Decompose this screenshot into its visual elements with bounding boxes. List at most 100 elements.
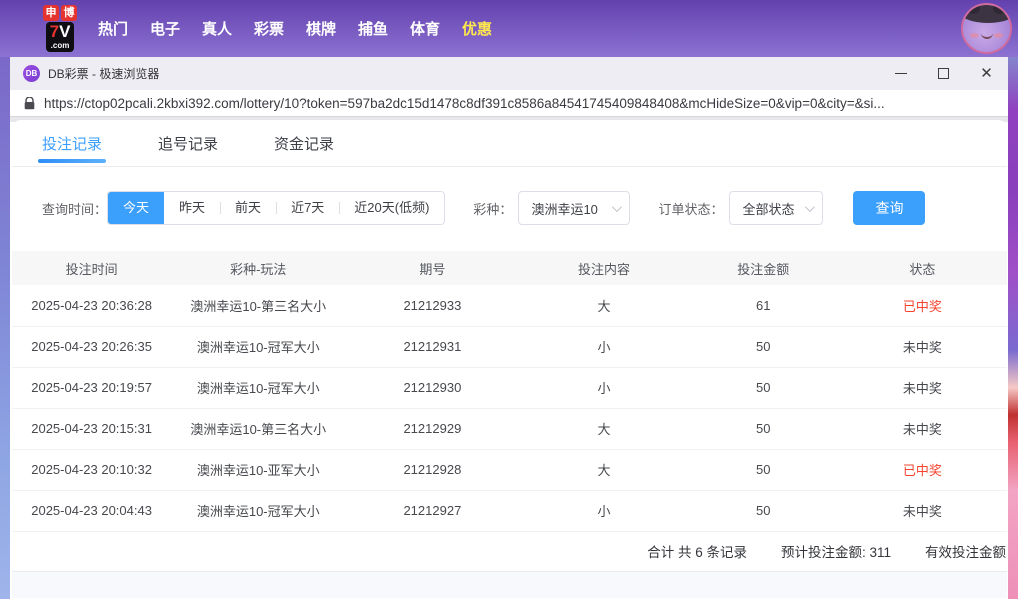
cell-bet-content: 小 (519, 490, 689, 532)
cell-issue-number: 21212931 (345, 326, 520, 368)
cell-status: 未中奖 (837, 408, 1007, 450)
lottery-select-value: 澳洲幸运10 (531, 201, 598, 217)
nav-item[interactable]: 真人 (191, 18, 243, 39)
cell-bet-amount: 50 (688, 490, 838, 532)
screen: 申 博 7V .com 热门 电子 真人 彩票 棋牌 捕鱼 体育 优惠 DB D… (0, 0, 1018, 599)
record-tab[interactable]: 资金记录 (274, 133, 334, 166)
cell-bet-time: 2025-04-23 20:26:35 (12, 326, 172, 368)
chevron-down-icon (612, 201, 623, 212)
table-header-row: 投注时间 彩种-玩法 期号 投注内容 投注金额 状态 (12, 251, 1007, 285)
nav-item[interactable]: 彩票 (243, 18, 295, 39)
cell-lottery-play: 澳洲幸运10-冠军大小 (171, 367, 346, 409)
avatar-smile (980, 32, 993, 39)
site-nav: 申 博 7V .com 热门 电子 真人 彩票 棋牌 捕鱼 体育 优惠 (0, 0, 1018, 57)
cell-bet-amount: 50 (688, 326, 838, 368)
table-body: 2025-04-23 20:36:28 澳洲幸运10-第三名大小 2121293… (12, 285, 1007, 532)
bet-records-table: 投注时间 彩种-玩法 期号 投注内容 投注金额 状态 2025-04-23 20… (12, 251, 1007, 532)
cell-status: 未中奖 (837, 490, 1007, 532)
bottom-space (12, 571, 1007, 598)
time-filter-group: 今天 昨天 前天 近7天 近20天(低频) (107, 191, 446, 225)
avatar-bun-left (967, 5, 980, 14)
cell-status: 未中奖 (837, 326, 1007, 368)
cell-issue-number: 21212930 (345, 367, 520, 409)
table-header-cell: 期号 (345, 251, 520, 285)
cell-bet-amount: 50 (688, 408, 838, 450)
query-button[interactable]: 查询 (853, 191, 926, 225)
close-button[interactable]: ✕ (965, 57, 1008, 90)
nav-item[interactable]: 优惠 (451, 18, 503, 39)
time-filter-option[interactable]: 今天 (108, 192, 165, 224)
close-icon: ✕ (980, 65, 993, 82)
filter-row: 查询时间： 今天 昨天 前天 近7天 近20天(低频) 彩种： 澳洲幸运10 订… (42, 191, 1007, 225)
cell-status: 未中奖 (837, 367, 1007, 409)
nav-item[interactable]: 热门 (87, 18, 139, 39)
table-row: 2025-04-23 20:15:31 澳洲幸运10-第三名大小 2121292… (12, 408, 1007, 450)
site-logo[interactable]: 申 博 7V .com (43, 5, 77, 52)
cell-bet-time: 2025-04-23 20:36:28 (12, 285, 172, 327)
browser-window: DB DB彩票 - 极速浏览器 ✕ https://ctop02pcali.2k… (10, 57, 1008, 599)
cell-bet-content: 大 (519, 408, 689, 450)
cell-lottery-play: 澳洲幸运10-冠军大小 (171, 326, 346, 368)
site-logo-cn: 申 博 (43, 5, 77, 21)
cell-bet-time: 2025-04-23 20:04:43 (12, 490, 172, 532)
table-header-cell: 投注金额 (688, 251, 838, 285)
cell-bet-amount: 50 (688, 449, 838, 491)
table-header-cell: 彩种-玩法 (171, 251, 346, 285)
user-avatar[interactable] (961, 3, 1012, 54)
minimize-icon (894, 73, 907, 74)
cell-bet-content: 大 (519, 449, 689, 491)
cell-issue-number: 21212927 (345, 490, 520, 532)
minimize-button[interactable] (879, 57, 922, 90)
cell-bet-time: 2025-04-23 20:15:31 (12, 408, 172, 450)
maximize-icon (938, 68, 949, 79)
records-card: 投注记录 追号记录 资金记录 查询时间： 今天 昨天 前天 近7天 近20天(低… (12, 120, 1007, 599)
site-logo-com: .com (50, 41, 70, 50)
browser-titlebar: DB DB彩票 - 极速浏览器 ✕ (10, 57, 1008, 90)
cell-bet-time: 2025-04-23 20:19:57 (12, 367, 172, 409)
summary-expected-amount: 预计投注金额: 311 (780, 545, 891, 560)
status-filter-label: 订单状态： (658, 201, 724, 217)
record-tabs: 投注记录 追号记录 资金记录 (12, 120, 1007, 167)
summary-valid-amount: 有效投注金额 (925, 545, 1006, 560)
table-row: 2025-04-23 20:04:43 澳洲幸运10-冠军大小 21212927… (12, 490, 1007, 532)
nav-item[interactable]: 捕鱼 (347, 18, 399, 39)
avatar-blush-left (970, 33, 979, 38)
table-row: 2025-04-23 20:10:32 澳洲幸运10-亚军大小 21212928… (12, 449, 1007, 491)
site-logo-7v: 7V (49, 22, 71, 41)
record-tab[interactable]: 投注记录 (37, 133, 107, 166)
cell-issue-number: 21212928 (345, 449, 520, 491)
background-page-left-edge (0, 57, 10, 599)
nav-item[interactable]: 棋牌 (295, 18, 347, 39)
page-content: 投注记录 追号记录 资金记录 查询时间： 今天 昨天 前天 近7天 近20天(低… (10, 117, 1008, 599)
cell-bet-amount: 61 (688, 285, 838, 327)
cell-issue-number: 21212929 (345, 408, 520, 450)
table-row: 2025-04-23 20:19:57 澳洲幸运10-冠军大小 21212930… (12, 367, 1007, 409)
site-logo-cn2: 博 (61, 5, 77, 21)
nav-item[interactable]: 体育 (399, 18, 451, 39)
cell-lottery-play: 澳洲幸运10-第三名大小 (171, 285, 346, 327)
lottery-select[interactable]: 澳洲幸运10 (518, 191, 631, 225)
order-status-select[interactable]: 全部状态 (729, 191, 824, 225)
time-filter-option[interactable]: 近20天(低频) (339, 192, 444, 224)
table-header-cell: 投注时间 (12, 251, 172, 285)
background-page-right-edge (1008, 57, 1018, 599)
summary-total-records: 合计 共 6 条记录 (647, 545, 747, 560)
table-row: 2025-04-23 20:26:35 澳洲幸运10-冠军大小 21212931… (12, 326, 1007, 368)
cell-bet-content: 小 (519, 326, 689, 368)
time-filter-option[interactable]: 前天 (220, 192, 276, 224)
lock-icon (24, 96, 35, 110)
table-header-cell: 状态 (837, 251, 1007, 285)
cell-status: 已中奖 (837, 285, 1007, 327)
site-logo-box: 7V .com (45, 22, 75, 52)
window-controls: ✕ (879, 57, 1008, 90)
time-filter-option[interactable]: 昨天 (164, 192, 220, 224)
time-filter-option[interactable]: 近7天 (276, 192, 339, 224)
url-bar[interactable]: https://ctop02pcali.2kbxi392.com/lottery… (10, 90, 1008, 117)
nav-item[interactable]: 电子 (139, 18, 191, 39)
cell-lottery-play: 澳洲幸运10-亚军大小 (171, 449, 346, 491)
site-logo-cn1: 申 (43, 5, 59, 21)
cell-lottery-play: 澳洲幸运10-冠军大小 (171, 490, 346, 532)
site-nav-items: 热门 电子 真人 彩票 棋牌 捕鱼 体育 优惠 (87, 18, 503, 39)
record-tab[interactable]: 追号记录 (158, 133, 218, 166)
maximize-button[interactable] (922, 57, 965, 90)
